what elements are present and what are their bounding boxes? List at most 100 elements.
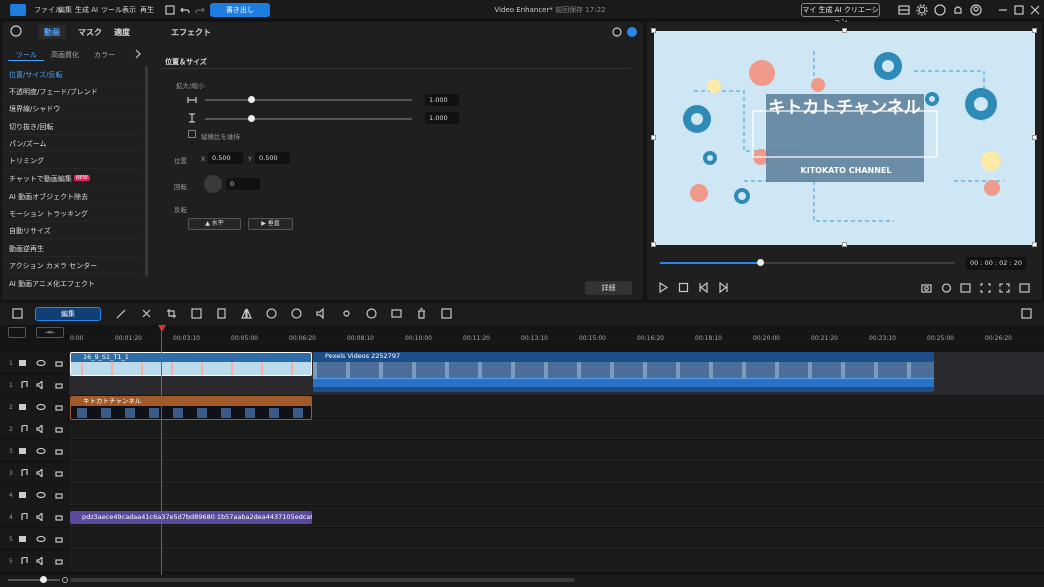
subtitle-icon[interactable] bbox=[441, 308, 452, 319]
resize-handle[interactable] bbox=[842, 28, 847, 33]
detail-button[interactable]: 詳細 bbox=[585, 281, 632, 295]
draw-icon[interactable] bbox=[116, 308, 127, 319]
settings-icon[interactable] bbox=[916, 4, 928, 16]
resize-handle[interactable] bbox=[842, 242, 847, 247]
playhead[interactable] bbox=[161, 330, 162, 575]
track-row[interactable] bbox=[69, 528, 1044, 549]
zoom-knob[interactable] bbox=[40, 576, 47, 583]
eye-icon[interactable] bbox=[36, 535, 46, 543]
timeline-settings-icon[interactable] bbox=[1021, 308, 1032, 319]
feature-auto-resize[interactable]: 自動リサイズ bbox=[9, 226, 139, 236]
resize-handle[interactable] bbox=[1032, 28, 1037, 33]
track-row[interactable] bbox=[69, 418, 1044, 439]
feature-chat-edit[interactable]: チャットで動画編集 bbox=[9, 174, 72, 184]
eye-icon[interactable] bbox=[36, 447, 46, 455]
track-view-icon[interactable] bbox=[8, 327, 26, 338]
resize-handle[interactable] bbox=[1032, 135, 1037, 140]
feature-anime-effect[interactable]: AI 動画アニメ化エフェクト bbox=[9, 279, 139, 289]
lock-icon[interactable] bbox=[55, 380, 63, 389]
flip-horizontal-button[interactable]: ▲ 水平 bbox=[188, 218, 241, 230]
timeline-ruler[interactable] bbox=[69, 330, 1044, 348]
crop-icon[interactable] bbox=[166, 308, 177, 319]
scale-height-slider[interactable] bbox=[205, 118, 412, 120]
replace-icon[interactable] bbox=[391, 308, 402, 319]
title-clip[interactable]: キトカトチャンネル bbox=[70, 396, 312, 420]
track-row[interactable] bbox=[69, 484, 1044, 505]
stop-icon[interactable] bbox=[678, 282, 689, 293]
lock-icon[interactable] bbox=[55, 446, 63, 455]
account-icon[interactable] bbox=[970, 4, 982, 16]
maximize-icon[interactable] bbox=[1013, 4, 1025, 16]
mirror-icon[interactable] bbox=[241, 308, 252, 319]
track-manager-icon[interactable] bbox=[12, 308, 23, 319]
feature-opacity[interactable]: 不透明度/フェード/ブレンド bbox=[9, 87, 139, 97]
horizontal-scrollbar[interactable] bbox=[70, 578, 575, 582]
video-preview[interactable] bbox=[654, 31, 1035, 245]
motion-icon[interactable] bbox=[291, 308, 302, 319]
preview-quality-icon[interactable] bbox=[941, 283, 952, 293]
resize-handle[interactable] bbox=[651, 28, 656, 33]
split-icon[interactable] bbox=[141, 308, 152, 319]
volume-icon[interactable] bbox=[36, 557, 46, 565]
feature-crop-rotate[interactable]: 切り抜き/回転 bbox=[9, 122, 139, 132]
scale-height-value[interactable]: 1.000 bbox=[425, 112, 459, 124]
menu-play[interactable]: 再生 bbox=[140, 5, 154, 15]
volume-icon[interactable] bbox=[36, 425, 46, 433]
flip-vertical-button[interactable]: ▶ 垂直 bbox=[248, 218, 293, 230]
list-scrollbar[interactable] bbox=[145, 66, 148, 276]
minimize-icon[interactable] bbox=[997, 4, 1009, 16]
fullscreen-icon[interactable] bbox=[999, 283, 1010, 293]
lock-icon[interactable] bbox=[55, 556, 63, 565]
video-clip-2[interactable]: Pexels Videos 2252797 bbox=[313, 352, 934, 392]
tab-adjust[interactable]: 適度 bbox=[114, 27, 130, 38]
lock-icon[interactable] bbox=[55, 490, 63, 499]
video-clip-1[interactable]: 16_9_S1_T1_1 bbox=[70, 352, 312, 376]
zoom-slider[interactable] bbox=[8, 579, 60, 581]
feature-border-shadow[interactable]: 境界線/シャドウ bbox=[9, 104, 139, 114]
feature-motion-tracking[interactable]: モーション トラッキング bbox=[9, 209, 139, 219]
eye-icon[interactable] bbox=[36, 359, 46, 367]
volume-icon[interactable] bbox=[36, 513, 46, 521]
x-input[interactable]: 0.500 bbox=[208, 152, 243, 164]
resize-handle[interactable] bbox=[651, 242, 656, 247]
track-row[interactable] bbox=[69, 550, 1044, 571]
volume-icon[interactable] bbox=[36, 469, 46, 477]
fit-timeline-button[interactable]: ⇥⇤ bbox=[36, 327, 64, 338]
rotate-dial[interactable] bbox=[204, 175, 222, 193]
resize-handle[interactable] bbox=[651, 135, 656, 140]
y-input[interactable]: 0.500 bbox=[255, 152, 290, 164]
speed-icon[interactable] bbox=[266, 308, 277, 319]
my-ai-creation-button[interactable]: マイ 生成 AI クリエーション bbox=[801, 3, 880, 26]
track-row[interactable] bbox=[69, 440, 1044, 461]
audio-icon[interactable] bbox=[316, 308, 327, 319]
slider-knob[interactable] bbox=[247, 115, 255, 122]
feature-object-removal[interactable]: AI 動画オブジェクト除去 bbox=[9, 192, 139, 202]
playhead-handle[interactable] bbox=[158, 325, 166, 332]
undo-icon[interactable] bbox=[180, 5, 190, 15]
audio-clip[interactable]: pdz3aece49cadaa41c6a37e5d7bd89680 1b57aa… bbox=[70, 511, 312, 524]
export-button[interactable]: 書き出し bbox=[210, 3, 270, 17]
menu-ai[interactable]: 生成 AI bbox=[75, 5, 98, 15]
lock-icon[interactable] bbox=[55, 534, 63, 543]
close-icon[interactable] bbox=[1029, 4, 1041, 16]
slider-knob[interactable] bbox=[247, 96, 255, 103]
tab-effect[interactable]: エフェクト bbox=[171, 27, 211, 38]
ai-tools-icon[interactable] bbox=[10, 25, 22, 37]
play-icon[interactable] bbox=[658, 282, 669, 293]
eye-icon[interactable] bbox=[36, 491, 46, 499]
keyframe-icon[interactable] bbox=[216, 308, 227, 319]
lock-icon[interactable] bbox=[55, 424, 63, 433]
zoom-fit-icon[interactable] bbox=[191, 308, 202, 319]
lock-icon[interactable] bbox=[55, 468, 63, 477]
eye-icon[interactable] bbox=[36, 403, 46, 411]
feature-position-size[interactable]: 位置/サイズ/反転 bbox=[9, 70, 139, 80]
subtab-tools[interactable]: ツール bbox=[16, 50, 37, 60]
close-panel-icon[interactable] bbox=[627, 27, 637, 37]
scale-width-value[interactable]: 1.000 bbox=[425, 94, 459, 106]
next-frame-icon[interactable] bbox=[718, 282, 729, 293]
volume-icon[interactable] bbox=[36, 381, 46, 389]
scale-width-slider[interactable] bbox=[205, 99, 412, 101]
undock-icon[interactable] bbox=[1019, 283, 1030, 293]
color-icon[interactable] bbox=[366, 308, 377, 319]
layout-icon[interactable] bbox=[898, 4, 910, 16]
